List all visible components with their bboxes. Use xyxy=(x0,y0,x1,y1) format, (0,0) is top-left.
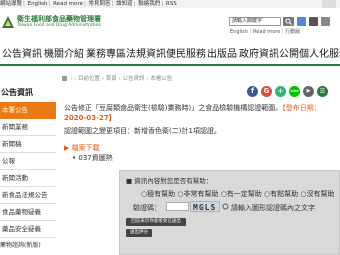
top-link-readmore[interactable]: Read more xyxy=(53,1,83,7)
feedback-options: ○極有幫助 ○非常有幫助 ○有一定幫助 ○有點幫助 ○沒有幫助 xyxy=(141,189,334,199)
option-very-helpful[interactable]: ○極有幫助 xyxy=(141,190,175,198)
nav-about[interactable]: 機關介紹 xyxy=(44,45,84,60)
notice-date-label: 【發布日期： xyxy=(282,104,321,112)
notice-line2: 認證範圍之變更項目：新增香色衛(二)計1項認證。 xyxy=(64,127,221,135)
breadcrumb-home[interactable]: 首頁 xyxy=(106,76,117,82)
nav-regulations[interactable]: 法規資訊 xyxy=(126,45,166,60)
option-label: 有一定幫助 xyxy=(226,190,262,198)
notice-date: 2020-03-27】 xyxy=(64,113,116,123)
captcha-label: 驗證碼： xyxy=(133,204,161,212)
facebook-share-icon[interactable]: f xyxy=(247,86,258,97)
top-link-know[interactable]: 誰知道 xyxy=(116,1,133,7)
nav-announcements[interactable]: 公告資訊 xyxy=(2,45,42,60)
search-icon xyxy=(285,18,292,25)
plus-share-icon[interactable]: + xyxy=(275,86,286,97)
publish-date: 2020-03-27】 xyxy=(64,114,116,122)
download-file-link[interactable]: • 037資圖熱 xyxy=(72,153,113,163)
sidebar-item-notices[interactable]: 本署公告 xyxy=(0,102,56,119)
main-nav: 公告資訊 機關介紹 業務專區 法規資訊 便民服務 出版品 政府資訊公開 個人化服… xyxy=(0,38,340,66)
feedback-title-text: 資訊內容對您是否有幫助： xyxy=(134,177,213,185)
download-arrow-icon: ▶ xyxy=(64,144,72,152)
nav-personal[interactable]: 個人化服務 xyxy=(299,45,340,60)
top-link-faq[interactable]: 常見問答 xyxy=(89,1,111,7)
sidebar-item-drug-consult[interactable]: 藥物諮詢(新版) xyxy=(0,240,41,249)
search-button[interactable] xyxy=(283,17,294,26)
fda-logo-icon[interactable] xyxy=(0,14,16,32)
top-link-sitemap[interactable]: 網站導覽 xyxy=(0,1,22,7)
menu-share-icon[interactable]: ☰ xyxy=(317,86,328,97)
option-quite-helpful[interactable]: ○非常有幫助 xyxy=(177,190,218,198)
option-not-helpful[interactable]: ○沒有幫助 xyxy=(300,190,334,198)
sidebar: 公告資訊 本署公告 新聞業務 新聞稿 公報 新聞活動 新食品法規公告 食品藥物疑… xyxy=(0,86,56,255)
consent-button[interactable]: 回答表示你會接受已送出 xyxy=(126,218,186,226)
googleplus-share-icon[interactable]: G xyxy=(261,86,272,97)
top-links: 網站導覽| English| Read more| 常見問答| 誰知道| 聯絡我… xyxy=(0,1,177,7)
logo-subtitle: Taiwan Food and Drug Administration xyxy=(17,23,102,28)
submit-rating-button[interactable]: 送出評分 xyxy=(126,229,152,237)
nav-open-gov[interactable]: 政府資訊公開 xyxy=(239,45,299,60)
sidebar-item-gazette[interactable]: 公報 xyxy=(0,153,56,170)
captcha-input[interactable] xyxy=(166,202,189,211)
top-link-contact[interactable]: 聯絡我們 xyxy=(138,1,160,7)
breadcrumb: ::: 目前位置 › 首頁 › 公告資訊 › 本署公告 xyxy=(62,74,172,82)
home-icon[interactable] xyxy=(62,76,67,81)
download-title: ▶ 檔案下載 xyxy=(64,143,100,153)
sidebar-item-press[interactable]: 新聞稿 xyxy=(0,136,56,153)
accessibility-icon[interactable] xyxy=(297,17,306,26)
sidebar-item-news-business[interactable]: 新聞業務 xyxy=(0,119,56,136)
download-title-text: 檔案下載 xyxy=(71,144,100,152)
media-share-icon[interactable]: ▶ xyxy=(303,86,314,97)
nav-publications[interactable]: 出版品 xyxy=(207,45,237,60)
captcha-text: MGLS xyxy=(193,203,217,212)
notice-text: 公告修正「豆腐類食品衛生(檢驗)業務時)」之食品檢驗機構認證範圍。 xyxy=(64,104,283,112)
sidebar-item-drug-doubt[interactable]: 藥品安全疑義 xyxy=(0,221,56,238)
top-right-block xyxy=(322,0,336,8)
nav-business[interactable]: 業務專區 xyxy=(86,45,126,60)
line-share-icon[interactable]: Line xyxy=(289,86,300,97)
refresh-icon[interactable] xyxy=(222,203,229,210)
option-label: 有點幫助 xyxy=(270,190,299,198)
speech-bubble-icon: ■ xyxy=(126,177,135,185)
feedback-panel: ■ 資訊內容對您是否有幫助： ○極有幫助 ○非常有幫助 ○有一定幫助 ○有點幫助… xyxy=(119,170,340,255)
option-label: 非常有幫助 xyxy=(183,190,219,198)
option-somewhat-helpful[interactable]: ○有一定幫助 xyxy=(221,190,262,198)
search-input[interactable]: 請輸入關鍵字 xyxy=(229,17,281,26)
top-link-english[interactable]: English xyxy=(28,1,48,7)
sidebar-item-food-law[interactable]: 新食品法規公告 xyxy=(0,187,56,204)
nav-services[interactable]: 便民服務 xyxy=(166,45,206,60)
breadcrumb-section[interactable]: 公告資訊 xyxy=(122,76,144,82)
breadcrumb-label: ::: 目前位置 xyxy=(70,76,101,82)
download-file-name[interactable]: 037資圖熱 xyxy=(78,154,112,162)
font-size-icon[interactable] xyxy=(321,17,330,26)
top-link-rss[interactable]: RSS xyxy=(166,1,177,7)
option-slightly-helpful[interactable]: ○有點幫助 xyxy=(264,190,298,198)
feedback-title: ■ 資訊內容對您是否有幫助： xyxy=(126,175,212,185)
captcha-hint: 請輸入圖形認證碼內之文字 xyxy=(231,204,315,212)
sidebar-title: 公告資訊 xyxy=(1,88,33,97)
breadcrumb-current: 本署公告 xyxy=(150,76,173,82)
option-label: 極有幫助 xyxy=(147,190,176,198)
captcha-image: MGLS xyxy=(190,201,220,212)
notice-line1: 公告修正「豆腐類食品衛生(檢驗)業務時)」之食品檢驗機構認證範圍。【發布日期： xyxy=(64,103,321,113)
sidebar-item-food-doubt[interactable]: 食品藥物疑義 xyxy=(0,204,56,221)
language-links[interactable]: English｜Read more｜行動版 xyxy=(230,28,300,35)
print-icon[interactable] xyxy=(309,17,318,26)
option-label: 沒有幫助 xyxy=(306,190,335,198)
sidebar-item-activities[interactable]: 新聞活動 xyxy=(0,170,56,187)
